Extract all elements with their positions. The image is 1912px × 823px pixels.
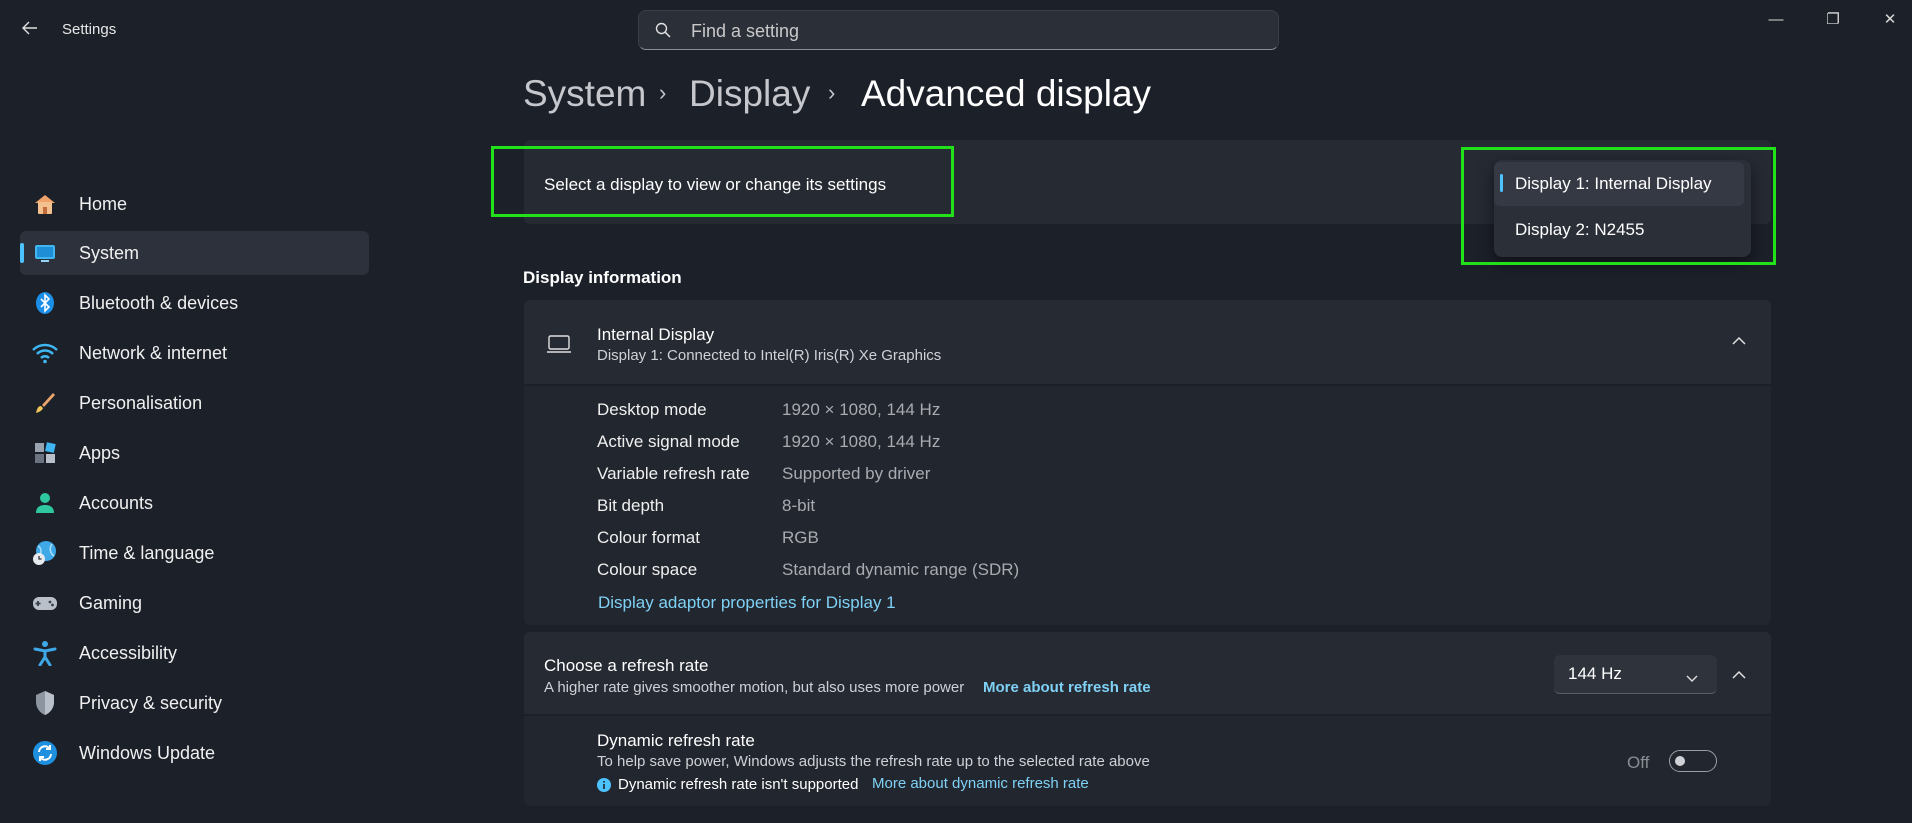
dynamic-refresh-link[interactable]: More about dynamic refresh rate: [872, 775, 1089, 792]
info-label: Bit depth: [597, 496, 665, 515]
refresh-rate-select[interactable]: 144 Hz: [1554, 655, 1717, 694]
page-title: Advanced display: [861, 73, 1152, 114]
minimize-button[interactable]: —: [1761, 10, 1791, 30]
info-value: RGB: [782, 528, 819, 547]
highlight-box-label: [491, 146, 954, 217]
app-title: Settings: [62, 21, 117, 38]
sidebar-item-privacy[interactable]: Privacy & security: [20, 681, 369, 725]
search-icon: [655, 22, 671, 38]
display-connection: Display 1: Connected to Intel(R) Iris(R)…: [597, 347, 942, 364]
sidebar-item-label: Apps: [79, 442, 121, 463]
sidebar-item-label: Privacy & security: [79, 692, 223, 713]
gamepad-icon: [32, 590, 58, 616]
update-icon: [32, 740, 58, 766]
sidebar-item-label: Gaming: [79, 592, 143, 613]
sidebar-item-accessibility[interactable]: Accessibility: [20, 631, 369, 675]
chevron-up-icon[interactable]: [1731, 333, 1747, 351]
dynamic-refresh-description: To help save power, Windows adjusts the …: [597, 753, 1150, 770]
sidebar-item-bluetooth[interactable]: Bluetooth & devices: [20, 281, 369, 325]
brush-icon: [32, 390, 58, 416]
apps-icon: [32, 440, 58, 466]
sidebar-item-accounts[interactable]: Accounts: [20, 481, 369, 525]
bluetooth-icon: [32, 290, 58, 316]
wifi-icon: [32, 340, 58, 366]
sidebar-item-label: System: [79, 242, 140, 263]
breadcrumb-display[interactable]: Display: [689, 70, 810, 118]
sidebar-item-label: Time & language: [79, 542, 215, 563]
sidebar-item-gaming[interactable]: Gaming: [20, 581, 369, 625]
sidebar-item-personalisation[interactable]: Personalisation: [20, 381, 369, 425]
refresh-rate-title: Choose a refresh rate: [544, 656, 709, 675]
refresh-rate-link[interactable]: More about refresh rate: [983, 679, 1151, 696]
sidebar-item-label: Network & internet: [79, 342, 228, 363]
dynamic-refresh-title: Dynamic refresh rate: [597, 731, 755, 750]
info-icon: [597, 778, 611, 797]
sidebar-item-label: Accounts: [79, 492, 154, 513]
sidebar-item-label: Personalisation: [79, 392, 203, 413]
sidebar-item-label: Windows Update: [79, 742, 216, 763]
section-title: Display information: [523, 268, 682, 287]
info-value: Supported by driver: [782, 464, 931, 483]
person-icon: [32, 490, 58, 516]
dynamic-refresh-note: Dynamic refresh rate isn't supported: [618, 776, 859, 793]
info-value: Standard dynamic range (SDR): [782, 560, 1020, 579]
shield-icon: [32, 690, 58, 716]
sidebar-item-time-language[interactable]: Time & language: [20, 531, 369, 575]
sidebar-item-apps[interactable]: Apps: [20, 431, 369, 475]
close-button[interactable]: ✕: [1875, 10, 1905, 30]
info-value: 1920 × 1080, 144 Hz: [782, 432, 941, 451]
highlight-box-dropdown: [1461, 147, 1776, 265]
info-label: Active signal mode: [597, 432, 740, 451]
info-value: 1920 × 1080, 144 Hz: [782, 400, 941, 419]
display-name: Internal Display: [597, 325, 715, 344]
accessibility-icon: [32, 640, 58, 666]
home-icon: [32, 191, 58, 217]
back-arrow-icon[interactable]: [20, 18, 40, 38]
display-info-details: [524, 386, 1771, 625]
maximize-button[interactable]: ❐: [1818, 10, 1848, 30]
info-label: Colour space: [597, 560, 698, 579]
sidebar-item-system[interactable]: System: [20, 231, 369, 275]
info-label: Colour format: [597, 528, 700, 547]
system-icon: [32, 240, 58, 266]
refresh-rate-description: A higher rate gives smoother motion, but…: [544, 679, 965, 696]
sidebar-item-label: Bluetooth & devices: [79, 292, 239, 313]
breadcrumb-separator: ›: [659, 80, 667, 105]
refresh-rate-value: 144 Hz: [1568, 664, 1622, 683]
sidebar-item-home[interactable]: Home: [20, 182, 369, 226]
selection-indicator: [20, 243, 24, 263]
search-input[interactable]: [689, 19, 1253, 43]
chevron-down-icon: [1686, 670, 1698, 688]
search-box[interactable]: [638, 10, 1279, 50]
chevron-up-icon[interactable]: [1731, 667, 1747, 685]
display-adaptor-link[interactable]: Display adaptor properties for Display 1: [598, 593, 896, 613]
dynamic-refresh-toggle[interactable]: [1669, 750, 1717, 772]
info-label: Desktop mode: [597, 400, 707, 419]
sidebar-item-label: Home: [79, 193, 128, 214]
sidebar-item-network[interactable]: Network & internet: [20, 331, 369, 375]
laptop-icon: [546, 334, 572, 359]
breadcrumb-system[interactable]: System: [523, 70, 646, 118]
breadcrumb-separator: ›: [828, 80, 836, 105]
toggle-knob: [1675, 756, 1685, 766]
globe-clock-icon: [32, 540, 58, 566]
info-value: 8-bit: [782, 496, 816, 515]
info-label: Variable refresh rate: [597, 464, 750, 483]
sidebar-item-windows-update[interactable]: Windows Update: [20, 731, 369, 775]
toggle-state-label: Off: [1627, 753, 1650, 772]
sidebar-item-label: Accessibility: [79, 642, 178, 663]
